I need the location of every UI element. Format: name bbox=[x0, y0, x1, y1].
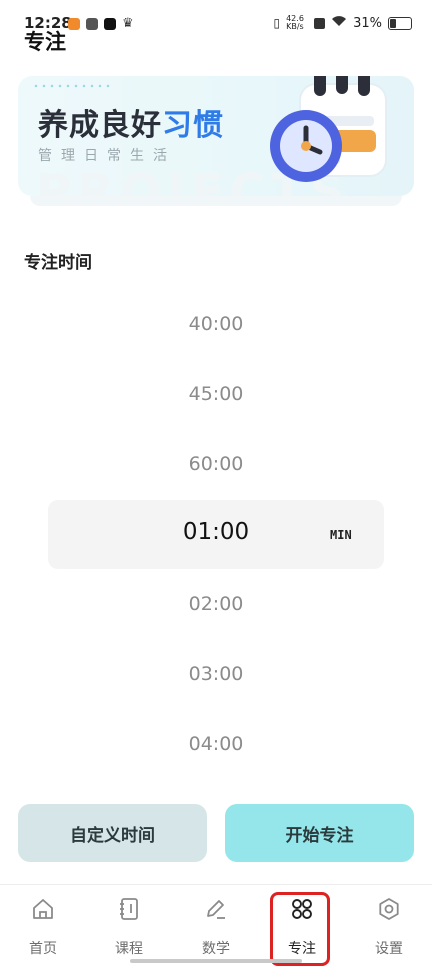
net-speed: 42.6 KB/s bbox=[286, 14, 304, 31]
tab-label: 设置 bbox=[375, 941, 403, 957]
battery-percent: 31% bbox=[353, 15, 382, 31]
banner-shadow bbox=[30, 196, 402, 206]
picker-option[interactable]: 02:00 bbox=[0, 593, 432, 615]
picker-unit: MIN bbox=[330, 528, 352, 542]
notebook-icon bbox=[120, 898, 138, 920]
vivo-notification-icon bbox=[86, 18, 98, 30]
tab-settings[interactable]: 设置 bbox=[359, 896, 419, 958]
tab-home[interactable]: 首页 bbox=[13, 896, 73, 958]
tab-label: 首页 bbox=[29, 941, 57, 957]
no-sim-icon bbox=[314, 17, 326, 29]
status-right: ▯ 42.6 KB/s 31% bbox=[273, 15, 412, 31]
home-indicator[interactable] bbox=[130, 959, 302, 963]
vibrate-icon: ▯ bbox=[273, 16, 281, 30]
section-title: 专注时间 bbox=[24, 253, 92, 273]
banner-title-main: 养成良好 bbox=[38, 108, 162, 143]
tab-math[interactable]: 数学 bbox=[186, 896, 246, 958]
calendar-clock-illustration bbox=[270, 76, 387, 182]
active-tab-highlight bbox=[270, 892, 330, 966]
tab-course[interactable]: 课程 bbox=[99, 896, 159, 958]
banner[interactable]: PROJECTS 养成良好习惯 管理日常生活 bbox=[18, 76, 414, 196]
custom-time-button[interactable]: 自定义时间 bbox=[18, 804, 207, 862]
wifi-icon bbox=[331, 15, 347, 31]
tab-label: 课程 bbox=[115, 941, 143, 957]
banner-title: 养成良好习惯 bbox=[38, 100, 224, 144]
pencil-icon bbox=[207, 900, 225, 919]
banner-title-highlight: 习惯 bbox=[162, 108, 224, 143]
picker-option[interactable]: 45:00 bbox=[0, 383, 432, 405]
picker-option[interactable]: 60:00 bbox=[0, 453, 432, 475]
picker-option[interactable]: 04:00 bbox=[0, 733, 432, 755]
picker-option[interactable]: 03:00 bbox=[0, 663, 432, 685]
app-notification-icon bbox=[68, 18, 80, 30]
crown-icon: ♛ bbox=[122, 16, 134, 31]
start-focus-button[interactable]: 开始专注 bbox=[225, 804, 414, 862]
tab-label: 数学 bbox=[202, 941, 230, 957]
tiktok-icon bbox=[104, 18, 116, 30]
banner-subtitle: 管理日常生活 bbox=[38, 148, 176, 164]
home-icon bbox=[33, 899, 53, 919]
page-title: 专注 bbox=[24, 30, 66, 54]
settings-icon bbox=[379, 898, 399, 920]
battery-icon bbox=[388, 16, 412, 30]
picker-option[interactable]: 40:00 bbox=[0, 313, 432, 335]
banner-dots bbox=[32, 82, 112, 92]
